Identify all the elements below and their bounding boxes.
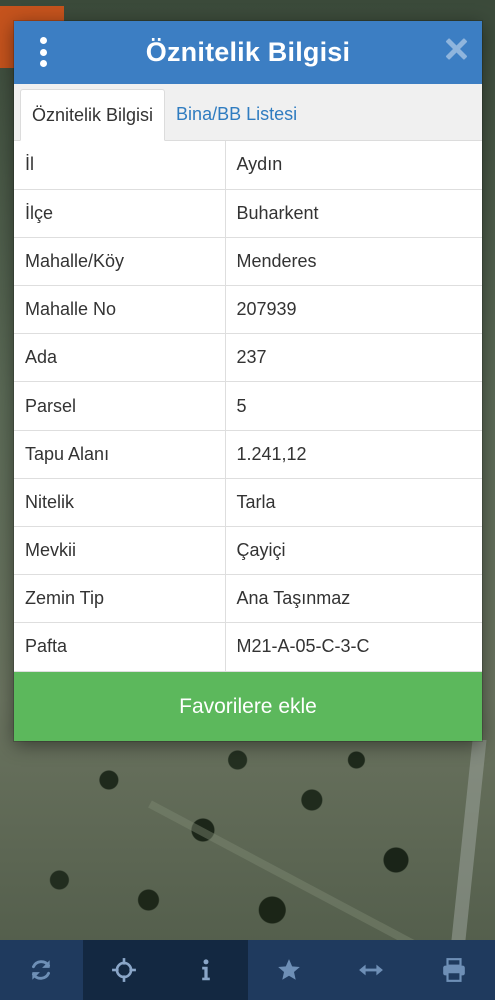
row-key: Tapu Alanı <box>14 430 226 479</box>
table-row: Pafta M21-A-05-C-3-C <box>14 622 482 672</box>
row-value: 237 <box>225 333 482 383</box>
print-icon <box>442 958 465 982</box>
row-key: Mahalle/Köy <box>14 237 226 287</box>
row-key: Zemin Tip <box>14 574 226 624</box>
tab-attribute-info[interactable]: Öznitelik Bilgisi <box>20 89 166 141</box>
star-icon <box>277 959 300 980</box>
table-row: Mahalle/Köy Menderes <box>14 237 482 287</box>
refresh-button[interactable] <box>0 940 83 1000</box>
measure-button[interactable] <box>330 940 413 1000</box>
row-value: M21-A-05-C-3-C <box>225 622 482 672</box>
tab-bar: Öznitelik Bilgisi Bina/BB Listesi <box>14 84 482 141</box>
table-row: Tapu Alanı 1.241,12 <box>14 430 482 479</box>
measure-icon <box>359 964 384 976</box>
row-value: Menderes <box>225 237 482 287</box>
dialog-header: Öznitelik Bilgisi <box>14 21 482 84</box>
row-key: Mevkii <box>14 526 226 576</box>
dialog-title: Öznitelik Bilgisi <box>145 37 351 67</box>
row-key: Pafta <box>14 622 226 672</box>
favorites-button[interactable] <box>248 940 331 1000</box>
row-key: Parsel <box>14 381 226 431</box>
row-value: 5 <box>225 381 482 431</box>
row-value: Aydın <box>225 141 482 190</box>
print-button[interactable] <box>413 940 495 1000</box>
tab-building-list[interactable]: Bina/BB Listesi <box>165 88 308 140</box>
row-key: İlçe <box>14 189 226 238</box>
attribute-dialog: Öznitelik Bilgisi Öznitelik Bilgisi Bina… <box>14 21 482 741</box>
table-row: Mahalle No 207939 <box>14 285 482 335</box>
row-value: Buharkent <box>225 189 482 238</box>
info-button[interactable] <box>165 940 248 1000</box>
row-value: 1.241,12 <box>225 430 482 479</box>
table-row: Parsel 5 <box>14 381 482 431</box>
row-value: Ana Taşınmaz <box>225 574 482 624</box>
table-row: Ada 237 <box>14 333 482 383</box>
row-value: Çayiçi <box>225 526 482 576</box>
row-value: 207939 <box>225 285 482 335</box>
table-row: Zemin Tip Ana Taşınmaz <box>14 574 482 624</box>
locate-button[interactable] <box>82 940 165 1000</box>
info-icon <box>202 959 211 981</box>
row-value: Tarla <box>225 478 482 528</box>
attribute-table: İl Aydın İlçe Buharkent Mahalle/Köy Mendere… <box>14 141 482 672</box>
locate-icon <box>111 958 136 982</box>
more-options-icon[interactable] <box>36 37 50 67</box>
table-row: İl Aydın <box>14 141 482 190</box>
bottom-toolbar <box>0 940 495 1000</box>
table-row: Nitelik Tarla <box>14 478 482 528</box>
close-icon[interactable] <box>444 37 468 61</box>
table-row: Mevkii Çayiçi <box>14 526 482 576</box>
row-key: Mahalle No <box>14 285 226 335</box>
add-favorite-button[interactable]: Favorilere ekle <box>14 672 482 741</box>
row-key: Ada <box>14 333 226 383</box>
refresh-icon <box>32 960 51 980</box>
table-row: İlçe Buharkent <box>14 189 482 238</box>
row-key: İl <box>14 141 226 190</box>
row-key: Nitelik <box>14 478 226 528</box>
